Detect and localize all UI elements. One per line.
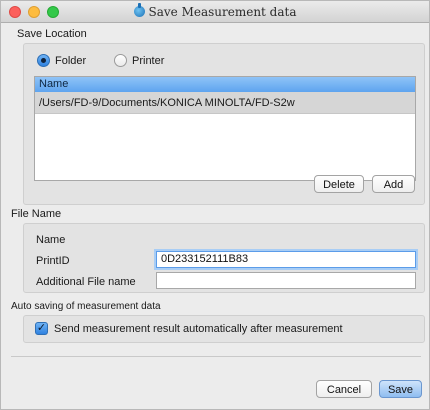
printid-label: PrintID [36, 255, 70, 267]
app-icon [133, 3, 145, 17]
printid-field[interactable]: 0D233152111B83 [156, 251, 416, 268]
auto-send-checkbox-label: Send measurement result automatically af… [54, 322, 343, 335]
delete-button[interactable]: Delete [314, 175, 364, 193]
window-title: Save Measurement data [148, 5, 297, 19]
printer-radio-dot[interactable] [114, 54, 127, 67]
list-item[interactable]: /Users/FD-9/Documents/KONICA MINOLTA/FD-… [35, 92, 415, 114]
folder-radio-label: Folder [55, 54, 87, 67]
checkbox-check-icon[interactable]: ✓ [35, 322, 48, 335]
save-button[interactable]: Save [379, 380, 422, 398]
add-button[interactable]: Add [372, 175, 415, 193]
printer-radio-label: Printer [132, 54, 165, 67]
auto-send-checkbox[interactable]: ✓ Send measurement result automatically … [35, 322, 343, 335]
divider [11, 356, 421, 357]
cancel-button[interactable]: Cancel [316, 380, 372, 398]
printer-radio[interactable]: Printer [114, 54, 164, 67]
additional-file-name-label: Additional File name [36, 276, 136, 288]
title-bar[interactable]: Save Measurement data [1, 1, 429, 23]
window-title-container: Save Measurement data [1, 3, 429, 19]
auto-saving-label: Auto saving of measurement data [11, 301, 161, 312]
file-name-label: File Name [11, 208, 62, 220]
save-location-label: Save Location [17, 28, 87, 40]
additional-file-name-field[interactable] [156, 272, 416, 289]
list-column-header-name[interactable]: Name [35, 77, 415, 92]
folder-radio-dot[interactable] [37, 54, 50, 67]
name-label: Name [36, 234, 66, 246]
folder-radio[interactable]: Folder [37, 54, 86, 67]
location-list[interactable]: Name /Users/FD-9/Documents/KONICA MINOLT… [34, 76, 416, 181]
save-measurement-dialog: Save Measurement data Save Location Fold… [0, 0, 430, 410]
